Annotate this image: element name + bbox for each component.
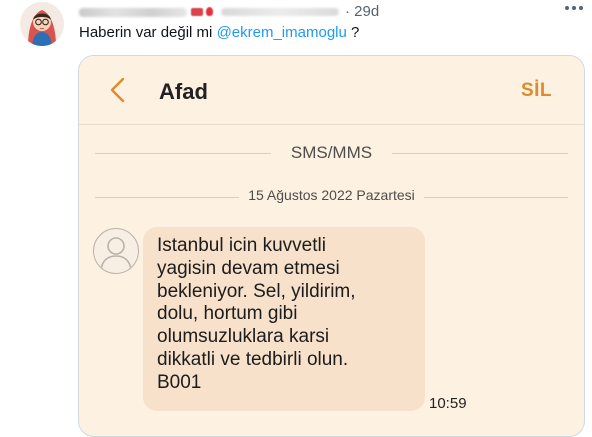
display-name-redacted[interactable]: [79, 8, 187, 17]
sms-screenshot[interactable]: Afad SİL SMS/MMS 15 Ağustos 2022 Pazarte…: [78, 55, 585, 437]
divider: [424, 197, 568, 198]
back-icon[interactable]: [107, 77, 129, 103]
tweet-text-suffix: ?: [346, 24, 360, 41]
tweet-header: · 29d: [79, 3, 379, 21]
date-separator: 15 Ağustos 2022 Pazartesi: [79, 187, 584, 207]
delete-button[interactable]: SİL: [521, 80, 552, 102]
avatar-illustration: [20, 2, 64, 46]
tweet: · 29d Haberin var değil mi @ekrem_imamog…: [0, 0, 592, 437]
divider: [392, 153, 568, 154]
username-redacted[interactable]: [221, 8, 339, 16]
mention-link[interactable]: @ekrem_imamoglu: [217, 24, 347, 41]
more-icon[interactable]: [565, 6, 583, 12]
person-silhouette-icon: [100, 237, 132, 270]
message-bubble[interactable]: Istanbul icin kuvvetli yagisin devam etm…: [143, 227, 425, 411]
tweet-text: Haberin var değil mi @ekrem_imamoglu ?: [79, 24, 359, 41]
date-label: 15 Ağustos 2022 Pazartesi: [248, 187, 415, 203]
tweet-time[interactable]: · 29d: [345, 3, 379, 21]
message-text: Istanbul icin kuvvetli yagisin devam etm…: [157, 235, 356, 393]
message-time: 10:59: [429, 395, 467, 412]
flag-icon: [191, 8, 203, 16]
divider: [79, 124, 584, 125]
contact-name: Afad: [159, 79, 208, 104]
sms-topbar: Afad SİL: [79, 56, 584, 124]
contact-avatar-icon[interactable]: [93, 228, 139, 274]
rose-icon: [206, 7, 213, 16]
avatar[interactable]: [20, 2, 64, 46]
tweet-text-prefix: Haberin var değil mi: [79, 24, 217, 41]
emoji-group: [191, 7, 215, 17]
category-separator: SMS/MMS: [79, 143, 584, 163]
